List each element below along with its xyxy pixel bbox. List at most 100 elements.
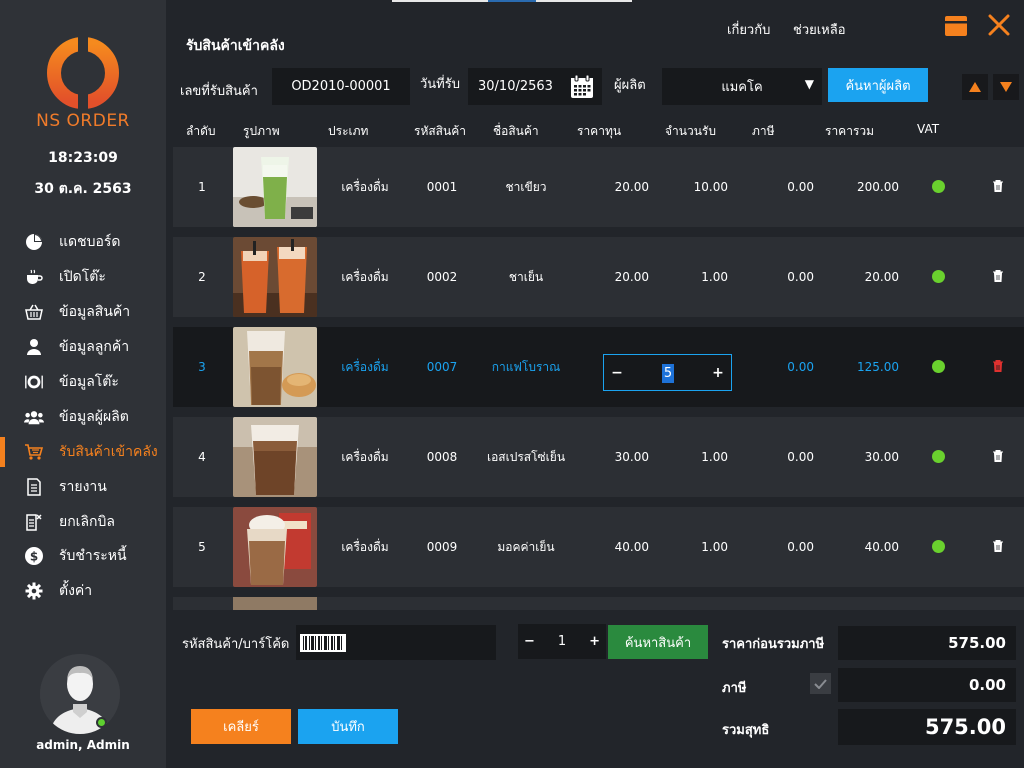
col-header-image: รูปภาพ	[243, 124, 280, 138]
vat-indicator[interactable]	[932, 450, 945, 463]
sidebar-item-label: เปิดโต๊ะ	[59, 269, 106, 285]
vat-indicator[interactable]	[932, 360, 945, 373]
increment-button[interactable]: +	[589, 634, 600, 649]
supplier-label: ผู้ผลิต	[614, 78, 646, 93]
quantity-stepper[interactable]: − 5 +	[603, 354, 732, 391]
table-row-partial[interactable]	[173, 597, 1024, 610]
receipt-no-field[interactable]: OD2010-00001	[272, 68, 410, 105]
top-tab-indicator	[536, 0, 632, 2]
sidebar: NS ORDER 18:23:09 30 ต.ค. 2563 แดชบอร์ด …	[0, 0, 166, 768]
trash-icon[interactable]	[993, 540, 1003, 552]
table-row[interactable]: 4 เครื่องดื่ม 0008 เอสเปรสโซ่เย็น 30.00 …	[173, 417, 1024, 497]
trash-icon[interactable]	[993, 180, 1003, 192]
sidebar-item-dashboard[interactable]: แดชบอร์ด	[0, 227, 166, 257]
basket-icon	[24, 302, 44, 322]
barcode-label: รหัสสินค้า/บาร์โค้ด	[182, 637, 290, 652]
row-type: เครื่องดื่ม	[341, 539, 389, 554]
trash-icon[interactable]	[993, 360, 1003, 372]
sidebar-item-reports[interactable]: รายงาน	[0, 472, 166, 502]
trash-icon[interactable]	[993, 270, 1003, 282]
row-code: 0001	[426, 180, 458, 194]
table-row[interactable]: 2 เครื่องดื่ม 0002 ชาเย็น 20.00 1.00 0.0…	[173, 237, 1024, 317]
barcode-icon	[300, 633, 346, 652]
row-qty: 1.00	[701, 540, 728, 554]
search-supplier-button[interactable]: ค้นหาผู้ผลิต	[828, 68, 928, 102]
pie-chart-icon	[24, 232, 44, 252]
chevron-down-icon: ▼	[804, 77, 814, 91]
avatar[interactable]	[40, 654, 120, 734]
subtotal-value: 575.00	[838, 626, 1016, 660]
row-type: เครื่องดื่ม	[341, 359, 389, 374]
table-row[interactable]: 1 เครื่องดื่ม 0001 ชาเขียว 20.00 10.00 0…	[173, 147, 1024, 227]
row-cost: 40.00	[614, 540, 649, 554]
sidebar-item-cancel-bill[interactable]: ยกเลิกบิล	[0, 507, 166, 537]
col-header-no: ลำดับ	[186, 124, 216, 138]
receive-date-field[interactable]: 30/10/2563	[468, 68, 602, 105]
row-cost: 20.00	[614, 270, 649, 284]
quantity-stepper[interactable]: − 1 +	[518, 624, 606, 659]
user-icon	[24, 337, 44, 357]
decrement-button[interactable]: −	[524, 634, 535, 649]
sidebar-item-customers[interactable]: ข้อมูลลูกค้า	[0, 332, 166, 362]
row-type: เครื่องดื่ม	[341, 449, 389, 464]
product-image-partial	[233, 597, 317, 610]
current-date: 30 ต.ค. 2563	[34, 181, 132, 197]
top-tab-indicator	[488, 0, 536, 2]
row-cost: 20.00	[614, 180, 649, 194]
vat-indicator[interactable]	[932, 180, 945, 193]
sidebar-item-products[interactable]: ข้อมูลสินค้า	[0, 297, 166, 327]
sidebar-item-receive-stock[interactable]: รับสินค้าเข้าคลัง	[0, 437, 166, 467]
sort-up-button[interactable]	[962, 74, 988, 100]
svg-text:$: $	[30, 550, 38, 564]
sort-down-button[interactable]	[993, 74, 1019, 100]
sidebar-item-label: ยกเลิกบิล	[59, 514, 115, 530]
close-icon[interactable]	[988, 14, 1010, 36]
trash-icon[interactable]	[993, 450, 1003, 462]
cart-icon	[24, 442, 44, 462]
row-code: 0007	[426, 360, 458, 374]
about-link[interactable]: เกี่ยวกับ	[727, 19, 770, 40]
sidebar-item-settings[interactable]: ตั้งค่า	[0, 576, 166, 606]
sidebar-item-suppliers[interactable]: ข้อมูลผู้ผลิต	[0, 402, 166, 432]
quantity-input[interactable]: 1	[558, 634, 566, 649]
row-no: 2	[198, 270, 206, 284]
product-image-iced-mocha	[233, 507, 317, 587]
search-product-button[interactable]: ค้นหาสินค้า	[608, 625, 708, 659]
sidebar-item-label: ตั้งค่า	[59, 583, 93, 599]
row-no: 3	[198, 360, 206, 374]
row-type: เครื่องดื่ม	[341, 179, 389, 194]
help-link[interactable]: ช่วยเหลือ	[793, 19, 846, 40]
row-name: กาแฟโบราณ	[491, 359, 561, 374]
tax-checkbox[interactable]	[810, 673, 831, 694]
decrement-button[interactable]: −	[604, 355, 630, 390]
col-header-name: ชื่อสินค้า	[493, 124, 539, 138]
row-tax: 0.00	[787, 540, 814, 554]
clear-button[interactable]: เคลียร์	[191, 709, 291, 744]
sidebar-item-label: ข้อมูลโต๊ะ	[59, 374, 119, 390]
row-type: เครื่องดื่ม	[341, 269, 389, 284]
row-no: 4	[198, 450, 206, 464]
window-icon[interactable]	[944, 15, 968, 37]
table-row[interactable]: 5 เครื่องดื่ม 0009 มอคค่าเย็น 40.00 1.00…	[173, 507, 1024, 587]
sidebar-item-label: แดชบอร์ด	[59, 234, 121, 250]
supplier-select[interactable]: แมคโค ▼	[662, 68, 822, 105]
save-button[interactable]: บันทึก	[298, 709, 398, 744]
user-name: admin, Admin	[36, 738, 130, 752]
sidebar-item-tables[interactable]: ข้อมูลโต๊ะ	[0, 367, 166, 397]
row-total: 40.00	[864, 540, 899, 554]
col-header-code: รหัสสินค้า	[414, 124, 466, 138]
report-icon	[24, 477, 44, 497]
barcode-input[interactable]	[296, 625, 496, 660]
table-row-selected[interactable]: 3 เครื่องดื่ม 0007 กาแฟโบราณ − 5 + 0.00 …	[173, 327, 1024, 407]
col-header-cost: ราคาทุน	[577, 124, 622, 138]
row-name: เอสเปรสโซ่เย็น	[486, 449, 566, 464]
vat-indicator[interactable]	[932, 270, 945, 283]
sidebar-item-label: รับสินค้าเข้าคลัง	[59, 444, 158, 460]
row-code: 0009	[426, 540, 458, 554]
sidebar-item-open-table[interactable]: เปิดโต๊ะ	[0, 262, 166, 292]
vat-indicator[interactable]	[932, 540, 945, 553]
calendar-icon[interactable]	[570, 74, 594, 99]
receive-date-value: 30/10/2563	[478, 79, 553, 94]
sidebar-item-debt-payment[interactable]: $ รับชำระหนี้	[0, 541, 166, 571]
quantity-input[interactable]: 5	[662, 364, 674, 383]
